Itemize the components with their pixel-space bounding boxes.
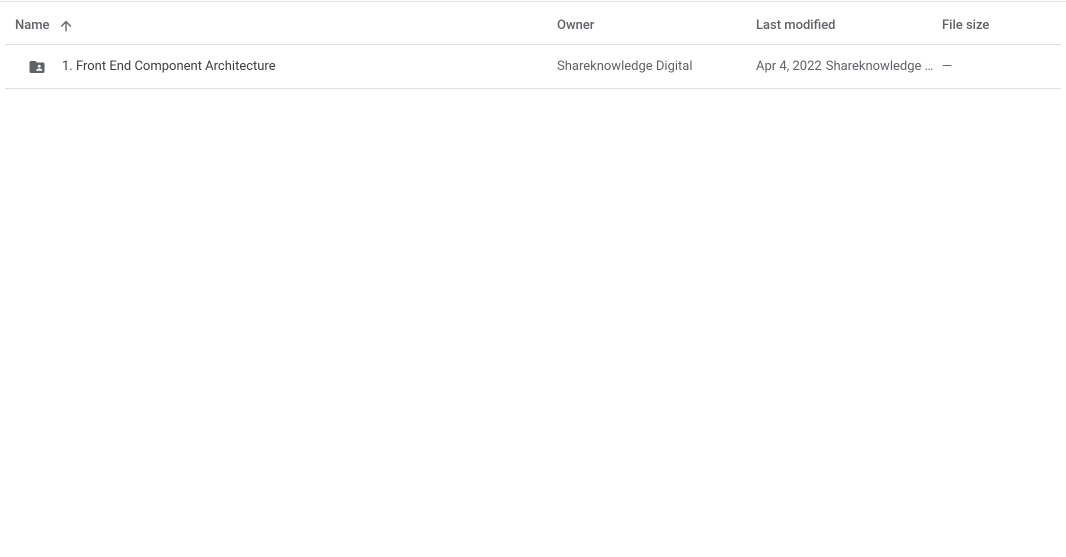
cell-size: — — [942, 59, 1056, 74]
shared-folder-icon — [28, 58, 46, 76]
column-header-name[interactable]: Name — [10, 18, 557, 34]
header-modified-label: Last modified — [756, 18, 836, 33]
top-divider — [0, 1, 1066, 2]
column-header-modified[interactable]: Last modified — [756, 18, 942, 33]
modified-by-text: Shareknowledge D… — [826, 59, 939, 74]
header-size-label: File size — [942, 18, 989, 33]
table-header-row: Name Owner Last modified File size — [5, 7, 1061, 45]
modified-date-text: Apr 4, 2022 — [756, 59, 822, 74]
cell-owner: Shareknowledge Digital — [557, 59, 756, 74]
item-name-text: 1. Front End Component Architecture — [62, 59, 276, 74]
sort-ascending-icon — [58, 18, 74, 34]
cell-modified: Apr 4, 2022 Shareknowledge D… — [756, 59, 942, 74]
header-owner-label: Owner — [557, 18, 594, 33]
header-name-label: Name — [15, 18, 50, 33]
cell-name: 1. Front End Component Architecture — [10, 58, 557, 76]
column-header-size[interactable]: File size — [942, 18, 1056, 33]
file-table: Name Owner Last modified File size 1. Fr… — [0, 7, 1066, 89]
column-header-owner[interactable]: Owner — [557, 18, 756, 33]
table-row[interactable]: 1. Front End Component Architecture Shar… — [5, 45, 1061, 89]
